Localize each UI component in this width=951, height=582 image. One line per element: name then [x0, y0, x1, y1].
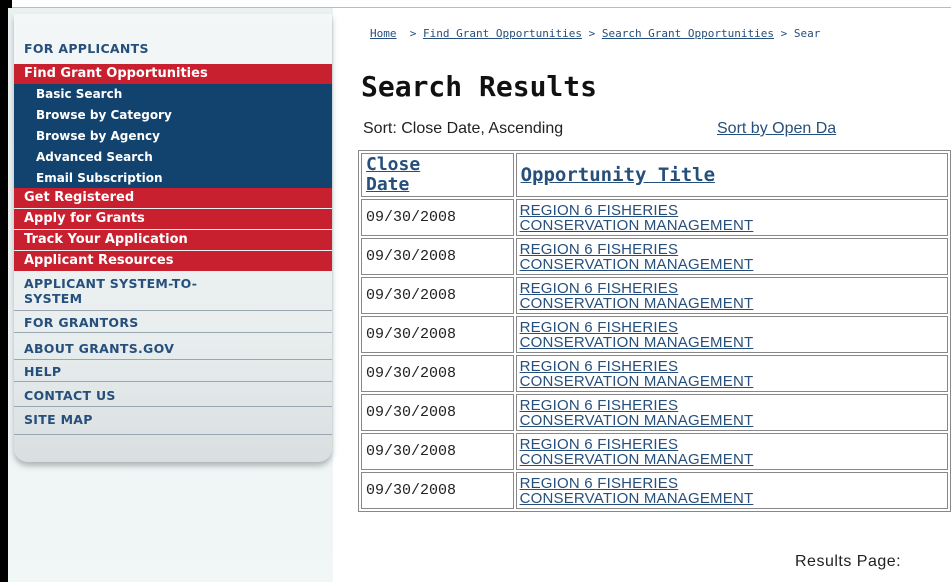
- table-row: 09/30/2008 REGION 6 FISHERIES CONSERVATI…: [361, 472, 948, 509]
- sidebar-heading-site-map[interactable]: SITE MAP: [14, 409, 332, 435]
- title-line2: CONSERVATION MANAGEMENT: [519, 450, 754, 468]
- sidebar-item-track-your-application[interactable]: Track Your Application: [14, 230, 332, 250]
- opportunity-title-link[interactable]: REGION 6 FISHERIES CONSERVATION MANAGEME…: [515, 238, 948, 275]
- table-header-row: Close Date Opportunity Title: [361, 153, 948, 197]
- sidebar-item-get-registered[interactable]: Get Registered: [14, 188, 332, 208]
- table-row: 09/30/2008 REGION 6 FISHERIES CONSERVATI…: [361, 238, 948, 275]
- opportunity-title-link[interactable]: REGION 6 FISHERIES CONSERVATION MANAGEME…: [515, 433, 948, 470]
- table-row: 09/30/2008 REGION 6 FISHERIES CONSERVATI…: [361, 316, 948, 353]
- opportunity-title-link[interactable]: REGION 6 FISHERIES CONSERVATION MANAGEME…: [515, 394, 948, 431]
- title-line2: CONSERVATION MANAGEMENT: [519, 216, 754, 234]
- title-line1: REGION 6 FISHERIES: [519, 435, 679, 453]
- title-line1: REGION 6 FISHERIES: [519, 396, 679, 414]
- title-line2: CONSERVATION MANAGEMENT: [519, 255, 754, 273]
- breadcrumb-current: Sear: [793, 27, 821, 40]
- window-top-strip: [12, 0, 951, 8]
- results-table: Close Date Opportunity Title 09/30/2008 …: [358, 150, 951, 512]
- table-row: 09/30/2008 REGION 6 FISHERIES CONSERVATI…: [361, 433, 948, 470]
- sidebar-subitem-browse-by-agency[interactable]: Browse by Agency: [14, 126, 332, 147]
- title-line1: REGION 6 FISHERIES: [519, 474, 679, 492]
- sidebar-subitem-advanced-search[interactable]: Advanced Search: [14, 147, 332, 168]
- close-date-cell: 09/30/2008: [361, 472, 514, 509]
- sidebar-item-find-grant-opportunities[interactable]: Find Grant Opportunities: [14, 64, 332, 84]
- close-date-cell: 09/30/2008: [361, 238, 514, 275]
- breadcrumb-home-link[interactable]: Home: [370, 27, 397, 40]
- table-row: 09/30/2008 REGION 6 FISHERIES CONSERVATI…: [361, 394, 948, 431]
- results-page-label: Results Page:: [795, 553, 902, 570]
- sidebar-heading-line1: APPLICANT SYSTEM-TO-: [24, 276, 198, 291]
- breadcrumb-separator: >: [588, 27, 596, 40]
- close-date-cell: 09/30/2008: [361, 394, 514, 431]
- sidebar-item-applicant-resources[interactable]: Applicant Resources: [14, 251, 332, 271]
- close-date-cell: 09/30/2008: [361, 355, 514, 392]
- opportunity-title-link[interactable]: REGION 6 FISHERIES CONSERVATION MANAGEME…: [515, 355, 948, 392]
- sidebar-subitem-basic-search[interactable]: Basic Search: [14, 84, 332, 105]
- breadcrumb-separator: >: [409, 27, 417, 40]
- close-date-cell: 09/30/2008: [361, 433, 514, 470]
- sidebar-heading-applicant-system-to-system[interactable]: APPLICANT SYSTEM-TO- SYSTEM: [14, 273, 332, 311]
- column-header-close-date[interactable]: Close Date: [361, 153, 514, 197]
- table-row: 09/30/2008 REGION 6 FISHERIES CONSERVATI…: [361, 277, 948, 314]
- breadcrumb-search-link[interactable]: Search Grant Opportunities: [602, 27, 774, 40]
- sidebar-item-apply-for-grants[interactable]: Apply for Grants: [14, 209, 332, 229]
- sidebar-heading-contact-us[interactable]: CONTACT US: [14, 385, 332, 407]
- column-header-close-line1: Close: [366, 154, 421, 175]
- sidebar-heading-for-applicants[interactable]: FOR APPLICANTS: [14, 38, 332, 60]
- sidebar-subitem-email-subscription[interactable]: Email Subscription: [14, 168, 332, 189]
- title-line2: CONSERVATION MANAGEMENT: [519, 294, 754, 312]
- close-date-cell: 09/30/2008: [361, 199, 514, 236]
- close-date-cell: 09/30/2008: [361, 277, 514, 314]
- title-line1: REGION 6 FISHERIES: [519, 201, 679, 219]
- opportunity-title-link[interactable]: REGION 6 FISHERIES CONSERVATION MANAGEME…: [515, 472, 948, 509]
- sidebar-heading-help[interactable]: HELP: [14, 362, 332, 382]
- title-line1: REGION 6 FISHERIES: [519, 357, 679, 375]
- sidebar-heading-line2: SYSTEM: [24, 291, 83, 306]
- breadcrumb: Home > Find Grant Opportunities > Search…: [370, 27, 820, 40]
- sort-status-label: Sort: Close Date, Ascending: [363, 120, 564, 137]
- column-header-title-label: Opportunity Title: [520, 164, 716, 186]
- table-row: 09/30/2008 REGION 6 FISHERIES CONSERVATI…: [361, 355, 948, 392]
- sidebar-heading-about-grants-gov[interactable]: ABOUT GRANTS.GOV: [14, 337, 332, 360]
- title-line2: CONSERVATION MANAGEMENT: [519, 333, 754, 351]
- title-line1: REGION 6 FISHERIES: [519, 279, 679, 297]
- window-left-border: [0, 0, 8, 582]
- title-line1: REGION 6 FISHERIES: [519, 318, 679, 336]
- sort-by-open-date-link[interactable]: Sort by Open Da: [717, 120, 836, 138]
- breadcrumb-find-link[interactable]: Find Grant Opportunities: [423, 27, 582, 40]
- close-date-cell: 09/30/2008: [361, 316, 514, 353]
- opportunity-title-link[interactable]: REGION 6 FISHERIES CONSERVATION MANAGEME…: [515, 277, 948, 314]
- column-header-opportunity-title[interactable]: Opportunity Title: [515, 153, 948, 197]
- sidebar-subitem-browse-by-category[interactable]: Browse by Category: [14, 105, 332, 126]
- opportunity-title-link[interactable]: REGION 6 FISHERIES CONSERVATION MANAGEME…: [515, 199, 948, 236]
- sidebar-heading-for-grantors[interactable]: FOR GRANTORS: [14, 312, 332, 333]
- table-row: 09/30/2008 REGION 6 FISHERIES CONSERVATI…: [361, 199, 948, 236]
- column-header-close-line2: Date: [366, 174, 410, 195]
- breadcrumb-separator: >: [780, 27, 788, 40]
- opportunity-title-link[interactable]: REGION 6 FISHERIES CONSERVATION MANAGEME…: [515, 316, 948, 353]
- page-title: Search Results: [361, 70, 598, 103]
- title-line1: REGION 6 FISHERIES: [519, 240, 679, 258]
- title-line2: CONSERVATION MANAGEMENT: [519, 372, 754, 390]
- title-line2: CONSERVATION MANAGEMENT: [519, 489, 754, 507]
- title-line2: CONSERVATION MANAGEMENT: [519, 411, 754, 429]
